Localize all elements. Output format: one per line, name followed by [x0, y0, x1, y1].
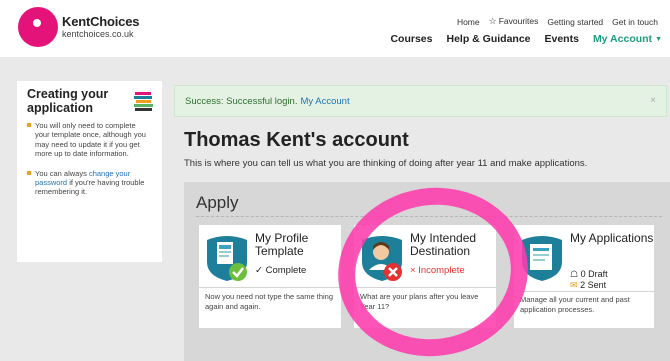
- star-icon: ☆: [488, 16, 497, 26]
- intended-destination-status: × Incomplete: [410, 265, 465, 276]
- nav-my-account[interactable]: My Account ▼: [593, 33, 662, 45]
- sent-label: 2 Sent: [580, 280, 607, 290]
- applications-description: Manage all your current and past applica…: [520, 295, 630, 314]
- profile-template-description: Now you need not type the same thing aga…: [205, 292, 333, 311]
- applications-icon: [522, 236, 562, 281]
- profile-template-heading: My Profile Template: [255, 231, 309, 258]
- intended-destination-heading: My Intended Destination: [410, 231, 477, 258]
- nav-courses[interactable]: Courses: [390, 33, 432, 45]
- profile-template-icon: [207, 236, 247, 281]
- link-getting-started[interactable]: Getting started: [547, 17, 603, 27]
- draft-label: 0 Draft: [580, 269, 608, 279]
- my-account-label: My Account: [592, 33, 653, 45]
- nav-help-guidance[interactable]: Help & Guidance: [446, 33, 530, 45]
- draft-count: ☖ 0 Draft: [570, 269, 608, 280]
- top-links: Home ☆ Favourites Getting started Get in …: [457, 16, 658, 27]
- page-description: This is where you can tell us what you a…: [184, 158, 588, 169]
- page-content: Creating your application You will only …: [0, 57, 670, 361]
- success-alert: Success: Successful login. My Account ×: [174, 85, 667, 117]
- link-home[interactable]: Home: [457, 17, 480, 27]
- intended-destination-icon: [362, 236, 402, 281]
- logo-url: kentchoices.co.uk: [62, 29, 134, 39]
- tip-template-text: You will only need to complete your temp…: [35, 121, 146, 159]
- sidebar-tip-password: You can always change your password if y…: [27, 169, 152, 197]
- kentchoices-logo[interactable]: KentChoices kentchoices.co.uk: [18, 6, 144, 52]
- envelope-icon: ✉: [570, 280, 578, 290]
- sent-count: ✉ 2 Sent: [570, 280, 606, 291]
- profile-template-status: ✓ Complete: [255, 265, 307, 276]
- apply-panel: Apply My Profile Template ✓ Complete Now…: [184, 182, 670, 361]
- nav-events[interactable]: Events: [545, 33, 579, 45]
- main-nav: Courses Help & Guidance Events My Accoun…: [390, 33, 662, 45]
- applications-heading: My Applications: [570, 231, 654, 245]
- favourites-label: Favourites: [498, 16, 539, 26]
- alert-my-account-link[interactable]: My Account: [300, 96, 349, 107]
- profile-template-card[interactable]: My Profile Template ✓ Complete Now you n…: [199, 225, 341, 328]
- tip-password-text-before: You can always: [35, 168, 89, 178]
- inbox-icon: ☖: [570, 269, 579, 279]
- applications-card[interactable]: My Applications ☖ 0 Draft ✉ 2 Sent Manag…: [514, 225, 656, 328]
- logo-name: KentChoices: [62, 14, 140, 29]
- site-header: KentChoices kentchoices.co.uk Home ☆ Favo…: [0, 0, 670, 57]
- alert-text: Success: Successful login.: [185, 95, 298, 107]
- close-icon[interactable]: ×: [650, 95, 656, 106]
- link-favourites[interactable]: ☆ Favourites: [489, 16, 539, 27]
- page-title: Thomas Kent's account: [184, 129, 409, 151]
- intended-destination-description: What are your plans after you leave Year…: [360, 292, 479, 311]
- apply-heading: Apply: [196, 193, 239, 212]
- sidebar: Creating your application You will only …: [17, 81, 162, 262]
- chevron-down-icon: ▼: [655, 36, 662, 43]
- sidebar-tip-template: You will only need to complete your temp…: [27, 121, 152, 159]
- sidebar-title: Creating your application: [27, 87, 109, 115]
- intended-destination-card[interactable]: My Intended Destination × Incomplete Wha…: [354, 225, 496, 328]
- books-icon: [134, 92, 153, 111]
- link-get-in-touch[interactable]: Get in touch: [612, 17, 658, 27]
- logo-mark: [18, 7, 58, 47]
